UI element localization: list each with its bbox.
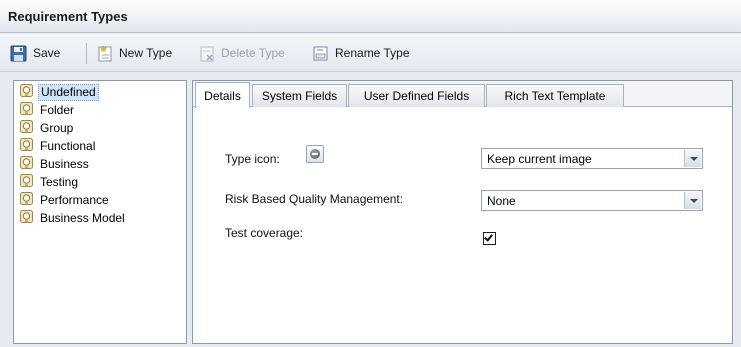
chevron-down-icon[interactable] [684, 192, 701, 209]
test-coverage-checkbox[interactable] [483, 232, 496, 245]
new-type-button[interactable]: New Type [96, 43, 172, 63]
requirement-icon [20, 173, 33, 191]
list-item[interactable]: Testing [20, 173, 80, 191]
rename-type-button-label: Rename Type [335, 46, 410, 60]
details-panel: Details System Fields User Defined Field… [192, 80, 733, 344]
requirement-icon [20, 191, 33, 209]
requirement-types-list: Undefined Folder Group Functional Business Te… [13, 80, 187, 344]
list-item[interactable]: Business [20, 155, 91, 173]
delete-type-button[interactable]: Delete Type [198, 43, 285, 63]
tab-user-defined-fields[interactable]: User Defined Fields [348, 84, 485, 107]
tab-rich-text-template[interactable]: Rich Text Template [486, 84, 624, 107]
list-item[interactable]: Business Model [20, 209, 127, 227]
new-type-button-label: New Type [119, 46, 173, 60]
list-item[interactable]: Folder [20, 101, 76, 119]
list-item[interactable]: Group [20, 119, 75, 137]
title-bar: Requirement Types [0, 0, 741, 33]
list-item-label: Business [40, 156, 89, 171]
type-icon-label: Type icon: [225, 152, 280, 166]
risk-based-qm-select[interactable]: None [481, 190, 703, 211]
tab-system-fields[interactable]: System Fields [252, 84, 347, 107]
type-icon-select[interactable]: Keep current image [481, 148, 703, 169]
requirement-types-window: Requirement Types Save New Type Delete T… [0, 0, 741, 347]
requirement-icon [20, 83, 33, 101]
test-coverage-label: Test coverage: [225, 226, 304, 240]
requirement-type-icon [310, 149, 320, 159]
toolbar: Save New Type Delete Type Rename Type [0, 34, 741, 72]
type-icon-select-value: Keep current image [487, 152, 592, 166]
list-item[interactable]: Undefined [20, 83, 99, 101]
requirement-icon [20, 119, 33, 137]
list-item-label: Performance [40, 192, 109, 207]
requirement-icon [20, 209, 33, 227]
list-item[interactable]: Functional [20, 137, 97, 155]
list-item-label: Folder [40, 102, 75, 117]
new-document-icon [98, 44, 112, 61]
risk-based-qm-select-value: None [487, 194, 516, 208]
floppy-disk-icon [10, 45, 27, 61]
requirement-icon [20, 155, 33, 173]
tab-strip: Details System Fields User Defined Field… [193, 81, 732, 108]
list-item-label: Testing [40, 174, 79, 189]
toolbar-separator [86, 43, 87, 64]
requirement-icon [20, 137, 33, 155]
list-item-label: Functional [40, 138, 96, 153]
list-item-label: Group [40, 120, 74, 135]
list-item[interactable]: Performance [20, 191, 111, 209]
list-item-label: Business Model [40, 210, 125, 225]
delete-document-icon [200, 46, 214, 61]
risk-based-qm-label: Risk Based Quality Management: [225, 192, 404, 206]
requirement-icon [20, 101, 33, 119]
save-button[interactable]: Save [10, 43, 60, 63]
chevron-down-icon[interactable] [684, 150, 701, 167]
save-button-label: Save [33, 46, 61, 60]
tab-details[interactable]: Details [195, 82, 250, 108]
rename-type-button[interactable]: Rename Type [312, 43, 410, 63]
list-item-label: Undefined [38, 83, 99, 101]
window-title: Requirement Types [8, 9, 128, 24]
type-icon-button[interactable] [306, 145, 324, 163]
checkmark-icon [484, 232, 493, 242]
rename-icon [313, 46, 328, 60]
delete-type-button-label: Delete Type [221, 46, 285, 60]
